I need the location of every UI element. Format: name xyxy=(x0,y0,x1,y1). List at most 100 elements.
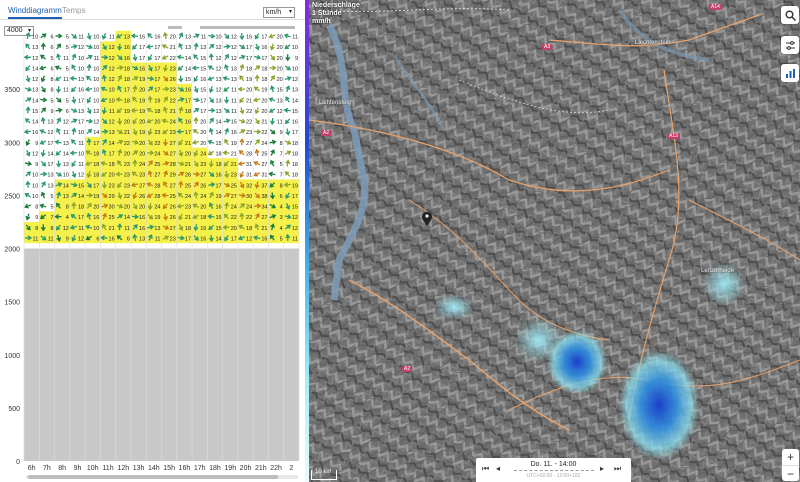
wind-arrow-icon xyxy=(25,75,31,83)
wind-speed-label: 23 xyxy=(154,130,160,136)
wind-speed-label: 24 xyxy=(139,162,145,168)
wind-arrow-icon xyxy=(207,65,215,71)
wind-arrow-icon xyxy=(86,75,92,82)
wind-speed-label: 20 xyxy=(277,66,283,72)
wind-arrow-icon xyxy=(269,43,275,51)
wind-speed-label: 12 xyxy=(93,120,99,126)
wind-speed-label: 23 xyxy=(231,173,237,179)
wind-speed-label: 22 xyxy=(231,215,237,221)
wind-speed-label: 12 xyxy=(78,236,84,242)
scrollbar-thumb[interactable] xyxy=(28,475,278,479)
wind-speed-label: 10 xyxy=(93,98,99,104)
wind-arrow-icon xyxy=(239,107,245,115)
layer-settings-button[interactable] xyxy=(781,36,799,54)
wind-speed-label: 16 xyxy=(185,88,191,94)
wind-speed-label: 27 xyxy=(246,141,252,147)
wind-arrow-icon xyxy=(130,33,138,39)
wind-arrow-icon xyxy=(23,129,32,135)
wind-arrow-icon xyxy=(161,55,169,60)
step-forward-icon[interactable]: ▸ xyxy=(600,464,604,473)
skip-forward-icon[interactable]: ⏭ xyxy=(614,464,621,474)
time-track[interactable] xyxy=(514,470,594,471)
wind-speed-label: 21 xyxy=(231,162,237,168)
wind-speed-label: 12 xyxy=(78,45,84,51)
wind-speed-label: 11 xyxy=(78,226,84,232)
chart-toggle-button[interactable] xyxy=(781,64,799,82)
wind-speed-label: 13 xyxy=(63,162,69,168)
wind-speed-label: 12 xyxy=(32,77,38,83)
wind-speed-label: 32 xyxy=(246,183,252,189)
wind-arrow-icon xyxy=(193,75,199,83)
wind-arrow-icon xyxy=(70,118,78,124)
wind-speed-label: 12 xyxy=(246,236,252,242)
wind-speed-label: 11 xyxy=(63,56,69,62)
wind-arrow-icon xyxy=(253,86,260,92)
wind-speed-label: 23 xyxy=(170,236,176,242)
wind-speed-label: 15 xyxy=(292,109,298,115)
wind-arrow-icon xyxy=(192,97,201,103)
wind-speed-label: 18 xyxy=(93,151,99,157)
x-tick-label: 10h xyxy=(87,465,99,472)
wind-speed-label: 4 xyxy=(280,226,283,232)
road-badge: A2 xyxy=(402,366,413,372)
map-scale: 10 km xyxy=(311,469,337,480)
wind-arrow-icon xyxy=(56,53,61,61)
wind-speed-label: 17 xyxy=(215,183,221,189)
wind-arrow-icon xyxy=(285,159,291,167)
wind-speed-label: 12 xyxy=(109,120,115,126)
wind-arrow-icon xyxy=(41,86,46,93)
wind-arrow-icon xyxy=(208,107,216,113)
wind-speed-label: 7 xyxy=(280,151,283,157)
wind-speed-label: 20 xyxy=(261,109,267,115)
wind-speed-label: 23 xyxy=(170,66,176,72)
map-canvas[interactable] xyxy=(309,0,800,482)
x-tick-label: 19h xyxy=(224,465,236,472)
wind-arrow-icon xyxy=(207,76,215,82)
wind-arrow-icon xyxy=(162,31,168,40)
wind-speed-label: 20 xyxy=(277,56,283,62)
wind-speed-label: 4 xyxy=(280,205,283,211)
wind-arrow-icon xyxy=(283,33,291,39)
wind-arrow-icon xyxy=(191,65,200,71)
wind-speed-label: 14 xyxy=(185,66,191,72)
wind-arrow-icon xyxy=(269,117,275,126)
wind-arrow-icon xyxy=(284,118,291,125)
precipitation-map[interactable]: Niederschläge 1 Stunde mm/h Liechtenstei… xyxy=(309,0,800,482)
wind-speed-label: 26 xyxy=(170,205,176,211)
wind-arrow-icon xyxy=(178,75,184,83)
wind-arrow-icon xyxy=(268,97,276,102)
wind-arrow-icon xyxy=(192,129,199,134)
wind-arrow-icon xyxy=(223,108,230,113)
city-label: Lichtensteig xyxy=(319,100,352,106)
wind-speed-label: 9 xyxy=(295,56,298,62)
wind-chart: 05001000150020002500300035006h 7h 8h 9h 10h 1… xyxy=(4,30,300,472)
wind-speed-label: 8 xyxy=(280,141,283,147)
wind-speed-label: 19 xyxy=(292,183,298,189)
wind-speed-label: 22 xyxy=(246,109,252,115)
y-tick-label: 2500 xyxy=(4,193,20,200)
wind-arrow-icon xyxy=(254,65,261,71)
wind-speed-label: 5 xyxy=(66,66,69,72)
wind-speed-label: 16 xyxy=(292,120,298,126)
horizontal-scrollbar[interactable] xyxy=(26,475,298,479)
zoom-out-button[interactable]: − xyxy=(782,465,799,481)
precip-cell xyxy=(619,350,699,460)
wind-arrow-icon xyxy=(161,44,169,49)
wind-speed-label: 18 xyxy=(292,173,298,179)
wind-speed-label: 24 xyxy=(261,141,267,147)
wind-speed-label: 18 xyxy=(185,109,191,115)
wind-speed-label: 12 xyxy=(109,45,115,51)
wind-arrow-icon xyxy=(239,171,245,178)
wind-arrow-icon xyxy=(193,107,200,113)
wind-speed-label: 12 xyxy=(32,56,38,62)
search-button[interactable] xyxy=(781,6,799,24)
wind-speed-label: 18 xyxy=(292,151,298,157)
wind-speed-label: 12 xyxy=(215,56,221,62)
wind-speed-label: 14 xyxy=(185,56,191,62)
wind-speed-label: 14 xyxy=(215,120,221,126)
wind-arrow-icon xyxy=(55,86,62,94)
wind-arrow-icon xyxy=(71,160,76,168)
zoom-in-button[interactable]: + xyxy=(782,449,799,465)
wind-speed-label: 16 xyxy=(124,56,130,62)
wind-arrow-icon xyxy=(193,33,200,39)
